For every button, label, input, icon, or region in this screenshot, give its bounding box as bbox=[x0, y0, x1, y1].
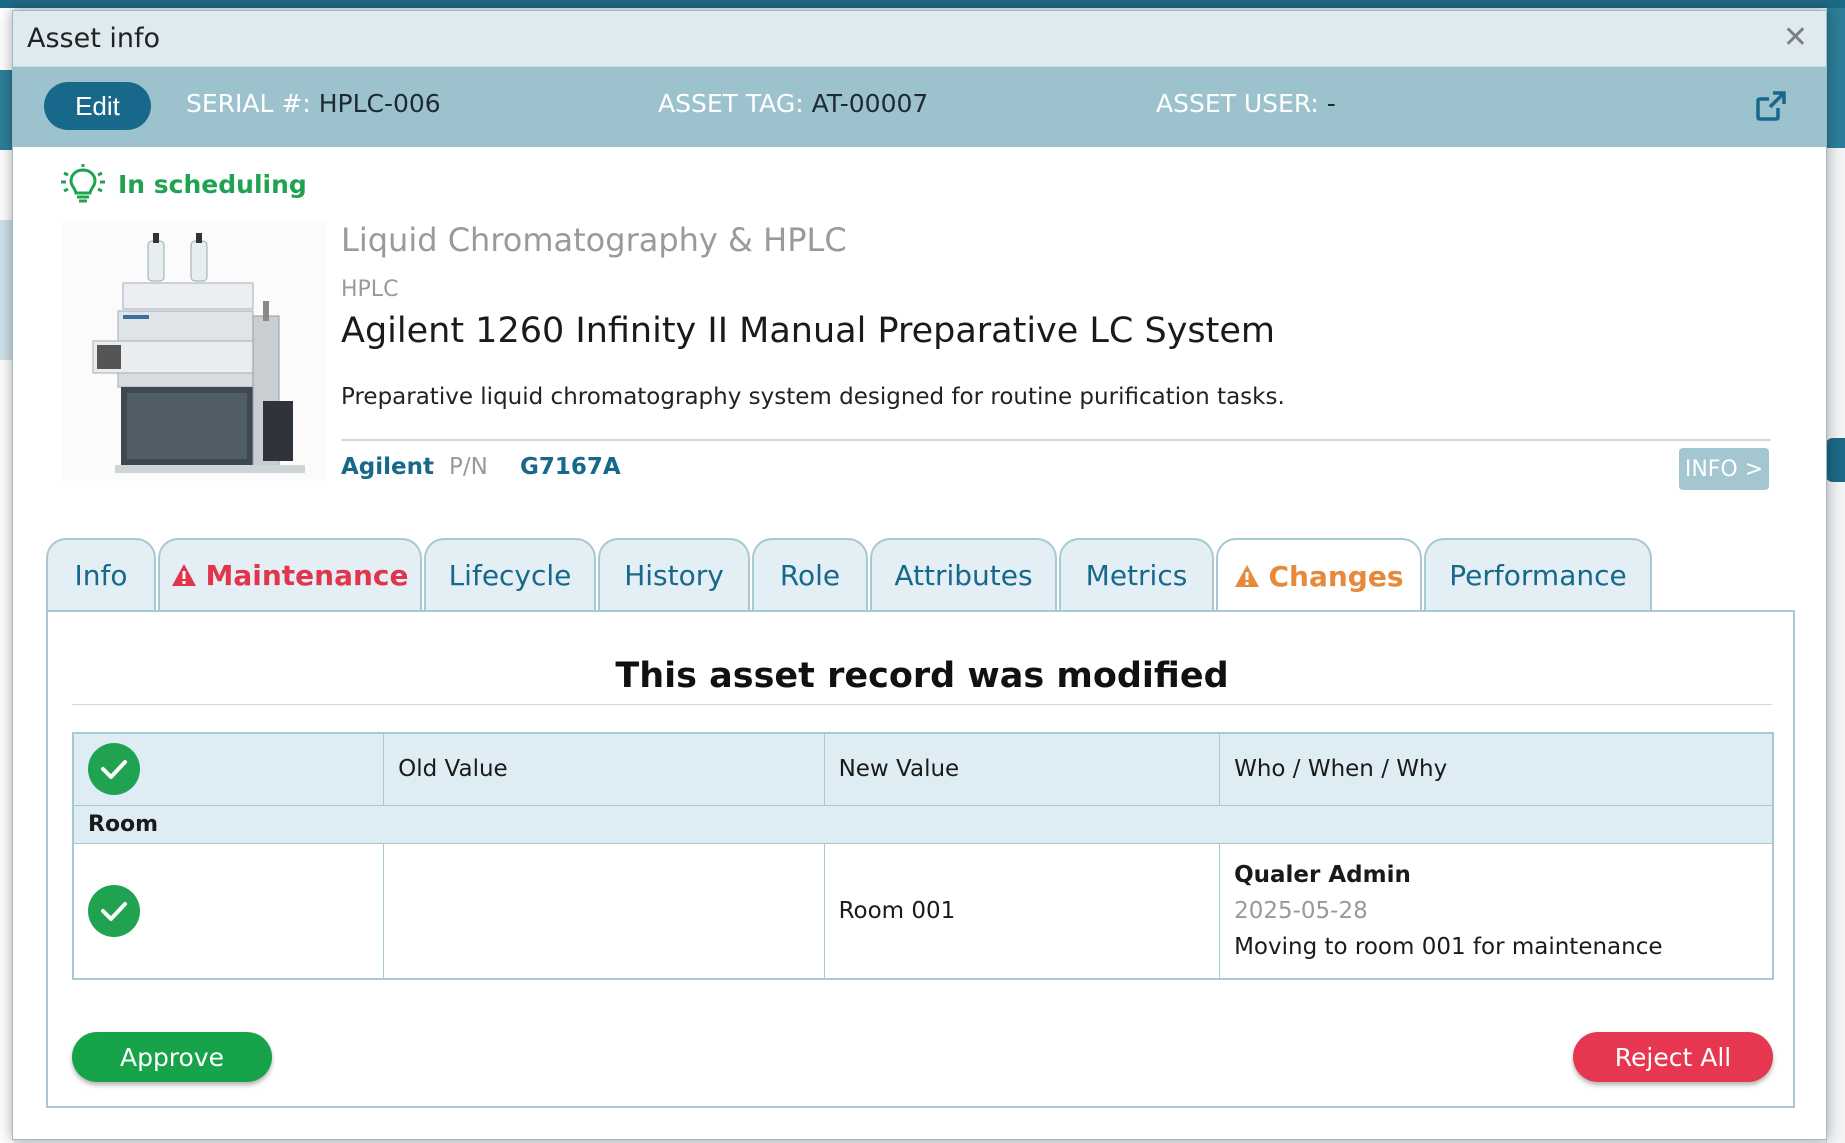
select-all-cell bbox=[72, 732, 385, 806]
part-number-label: P/N bbox=[449, 454, 488, 480]
serial-value: HPLC-006 bbox=[318, 89, 441, 118]
select-all-check-icon[interactable] bbox=[88, 743, 140, 796]
modal-title: Asset info bbox=[27, 23, 161, 54]
column-header-new-value: New Value bbox=[823, 732, 1221, 806]
asset-user-label: ASSET USER: bbox=[1156, 89, 1319, 118]
tab-performance[interactable]: Performance bbox=[1424, 538, 1652, 610]
row-approve-check-icon[interactable] bbox=[88, 884, 140, 937]
status-label: In scheduling bbox=[118, 169, 307, 199]
tab-maintenance[interactable]: Maintenance bbox=[158, 538, 422, 610]
part-number-link[interactable]: G7167A bbox=[520, 454, 621, 480]
tab-metrics[interactable]: Metrics bbox=[1059, 538, 1214, 610]
asset-summary-bar: Edit SERIAL #: HPLC-006 ASSET TAG: AT-00… bbox=[13, 67, 1826, 147]
external-link-icon[interactable] bbox=[1754, 89, 1788, 123]
tab-attributes[interactable]: Attributes bbox=[870, 538, 1057, 610]
tab-label: Changes bbox=[1268, 559, 1404, 593]
tab-label: History bbox=[624, 558, 724, 592]
reject-all-button[interactable]: Reject All bbox=[1573, 1032, 1773, 1082]
asset-user-value: - bbox=[1326, 89, 1336, 118]
asset-tag-label: ASSET TAG: bbox=[658, 89, 804, 118]
tab-label: Role bbox=[779, 558, 841, 592]
changes-heading: This asset record was modified bbox=[615, 656, 1229, 696]
background-app-header bbox=[0, 0, 1845, 8]
table-header-row: Old Value New Value Who / When / Why bbox=[72, 732, 1774, 806]
edit-button[interactable]: Edit bbox=[44, 82, 151, 130]
asset-category: Liquid Chromatography & HPLC bbox=[341, 221, 847, 259]
asset-image bbox=[63, 221, 325, 481]
table-row: Room 001 Qualer Admin 2025-05-28 Moving … bbox=[72, 842, 1774, 980]
close-icon[interactable]: ✕ bbox=[1783, 23, 1808, 53]
manufacturer-link[interactable]: Agilent bbox=[341, 454, 434, 480]
tab-label: Attributes bbox=[894, 558, 1033, 592]
who-when-why-cell: Qualer Admin 2025-05-28 Moving to room 0… bbox=[1219, 842, 1774, 980]
asset-info-modal: Asset info ✕ Edit SERIAL #: HPLC-006 ASS… bbox=[12, 10, 1827, 1140]
new-value-cell: Room 001 bbox=[823, 842, 1221, 980]
scheduling-status: In scheduling bbox=[60, 164, 307, 204]
tab-bar: Info Maintenance Lifecycle History Role … bbox=[46, 538, 1654, 612]
info-button[interactable]: INFO > bbox=[1679, 448, 1769, 490]
tab-label: Lifecycle bbox=[448, 558, 572, 592]
asset-subcategory: HPLC bbox=[341, 277, 399, 302]
tab-label: Performance bbox=[1449, 558, 1627, 592]
warning-icon bbox=[1234, 564, 1260, 588]
tab-lifecycle[interactable]: Lifecycle bbox=[424, 538, 596, 610]
asset-tag: ASSET TAG: AT-00007 bbox=[658, 89, 928, 118]
asset-name: Agilent 1260 Infinity II Manual Preparat… bbox=[341, 311, 1276, 351]
tab-label: Info bbox=[74, 558, 128, 592]
asset-tag-value: AT-00007 bbox=[811, 89, 929, 118]
tab-info[interactable]: Info bbox=[46, 538, 156, 610]
column-header-who-when-why: Who / When / Why bbox=[1219, 732, 1774, 806]
asset-user: ASSET USER: - bbox=[1156, 89, 1336, 118]
warning-icon bbox=[171, 563, 197, 587]
serial-number: SERIAL #: HPLC-006 bbox=[186, 89, 441, 118]
tab-changes[interactable]: Changes bbox=[1216, 538, 1422, 612]
old-value-cell bbox=[383, 842, 825, 980]
background-app-tab bbox=[1825, 438, 1845, 482]
changes-table: Old Value New Value Who / When / Why Roo… bbox=[72, 732, 1774, 980]
column-header-old-value: Old Value bbox=[383, 732, 825, 806]
divider bbox=[341, 439, 1771, 441]
background-app-right bbox=[1826, 8, 1845, 1143]
tab-history[interactable]: History bbox=[598, 538, 750, 610]
asset-description: Preparative liquid chromatography system… bbox=[341, 384, 1285, 410]
group-label: Room bbox=[72, 804, 1774, 844]
lightbulb-icon bbox=[61, 164, 105, 203]
tab-role[interactable]: Role bbox=[752, 538, 868, 610]
table-group-row: Room bbox=[72, 804, 1774, 844]
tab-label: Metrics bbox=[1085, 558, 1188, 592]
change-author: Qualer Admin bbox=[1234, 861, 1411, 888]
serial-label: SERIAL #: bbox=[186, 89, 311, 118]
approve-button[interactable]: Approve bbox=[72, 1032, 272, 1082]
row-select-cell bbox=[72, 842, 385, 980]
divider bbox=[72, 704, 1772, 705]
change-date: 2025-05-28 bbox=[1234, 897, 1368, 924]
changes-panel: This asset record was modified Old Value… bbox=[46, 610, 1795, 1108]
change-reason: Moving to room 001 for maintenance bbox=[1234, 933, 1663, 960]
modal-title-bar: Asset info ✕ bbox=[13, 11, 1826, 67]
tab-label: Maintenance bbox=[205, 558, 409, 592]
